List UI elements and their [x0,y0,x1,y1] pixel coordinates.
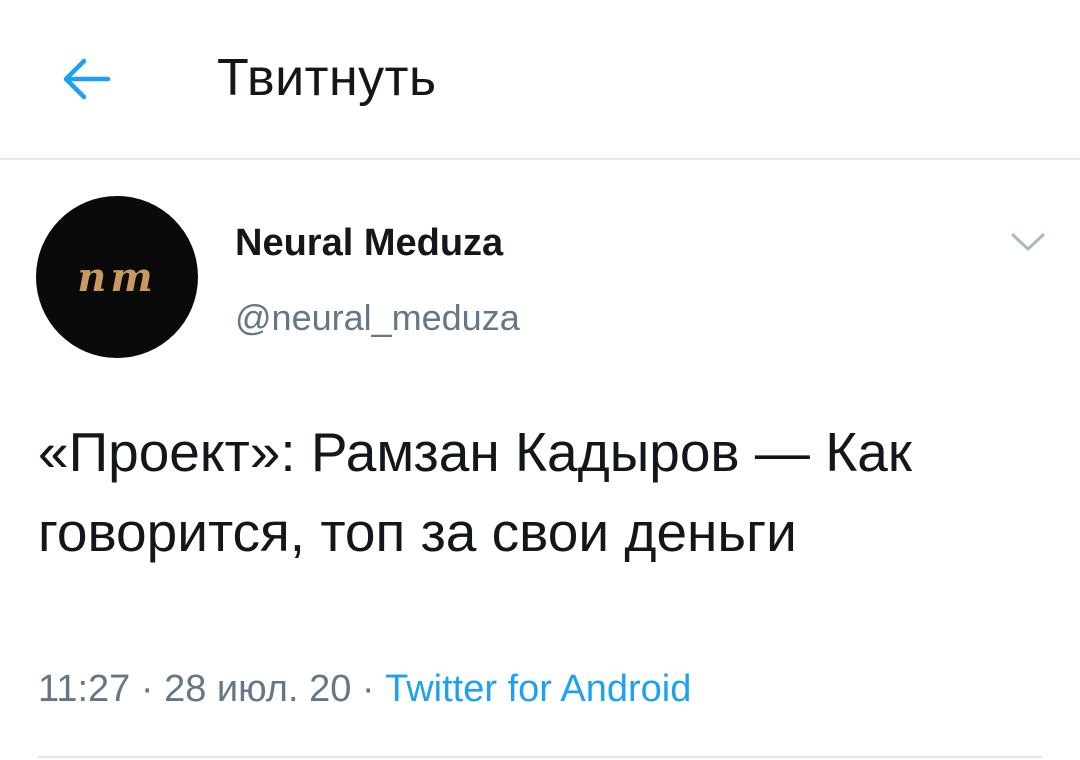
avatar[interactable]: nm [36,196,198,358]
tweet-options-button[interactable] [1004,222,1052,262]
meta-separator: · [130,668,165,710]
page-title: Твитнуть [217,49,437,107]
author-username[interactable]: @neural_meduza [235,297,520,339]
app-header: Твитнуть [0,0,1080,160]
meta-separator: · [351,668,386,710]
tweet-meta: 11:27 · 28 июл. 20 · Twitter for Android [38,668,691,711]
author-display-name[interactable]: Neural Meduza [235,222,503,265]
tweet-source-link[interactable]: Twitter for Android [385,668,691,710]
back-button[interactable] [48,46,124,112]
divider [38,756,1042,758]
arrow-left-icon [63,58,111,100]
avatar-initials: nm [77,253,157,301]
tweet-date: 28 июл. 20 [164,668,352,710]
tweet-text: «Проект»: Рамзан Кадыров — Как говорится… [38,421,928,563]
tweet-time: 11:27 [38,668,131,710]
chevron-down-icon [1011,233,1045,251]
